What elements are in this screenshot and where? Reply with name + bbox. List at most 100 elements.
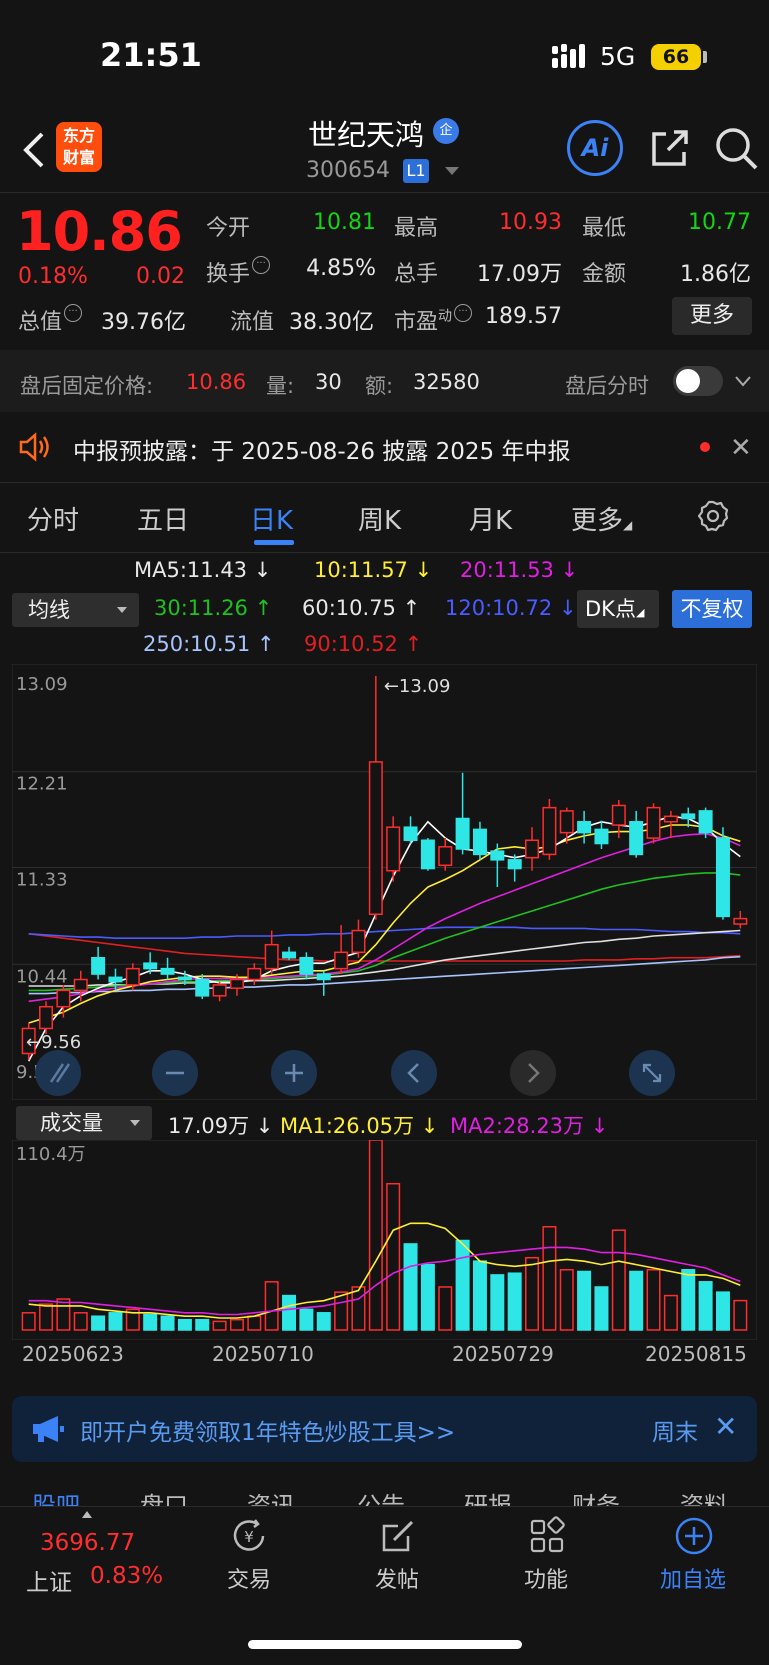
y-tick-label: 10.44 — [16, 966, 68, 987]
volume-bar — [316, 1312, 331, 1331]
post-icon[interactable] — [378, 1516, 418, 1556]
ah-toggle-label: 盘后分时 — [565, 374, 649, 398]
volume-bar — [282, 1294, 297, 1331]
volume-bar — [21, 1312, 36, 1331]
candle-body — [715, 837, 730, 918]
index-pct[interactable]: 0.83% — [90, 1563, 163, 1589]
index-value[interactable]: 3696.77 — [40, 1530, 135, 1556]
chevron-down-icon[interactable] — [735, 373, 751, 389]
candle-body — [247, 967, 262, 981]
ma-selector[interactable]: 均线 — [12, 593, 139, 627]
vol-ma2-legend: MA2:28.23万 ↓ — [450, 1114, 609, 1138]
volume-label: 总手 — [394, 262, 439, 287]
scroll-left-button[interactable] — [391, 1050, 437, 1096]
volume-bar — [420, 1263, 435, 1331]
chevron-down-icon[interactable] — [445, 167, 459, 175]
candle-body — [39, 1005, 54, 1030]
volume-bar — [212, 1320, 227, 1331]
chevron-up-icon[interactable] — [82, 1511, 92, 1518]
ai-button[interactable]: Ai — [567, 120, 623, 176]
y-tick-label: 12.21 — [16, 774, 68, 795]
volume-bar — [577, 1270, 592, 1331]
change-amount: 0.02 — [136, 264, 185, 289]
level-badge[interactable]: L1 — [403, 159, 429, 183]
nav-post[interactable]: 发帖 — [375, 1562, 419, 1594]
tab-daily-k[interactable]: 日K — [250, 500, 293, 537]
megaphone-icon — [33, 1416, 64, 1442]
candle-body — [56, 989, 71, 1008]
candle-body — [229, 978, 244, 989]
volume-bar — [73, 1312, 88, 1331]
candle-body — [438, 846, 453, 867]
nav-add-watchlist[interactable]: 加自选 — [660, 1562, 726, 1594]
current-price: 10.86 — [16, 200, 183, 263]
fullscreen-button[interactable] — [629, 1050, 675, 1096]
float-label: 流值 — [230, 310, 275, 335]
info-icon[interactable]: ··· — [252, 256, 271, 274]
ma120-legend: 120:10.72 ↓ — [445, 596, 577, 620]
candle-body — [577, 821, 592, 834]
date-label: 20250710 — [212, 1342, 314, 1366]
ah-qty: 30 — [315, 370, 342, 394]
promo-text[interactable]: 即开户免费领取1年特色炒股工具>> — [80, 1413, 455, 1447]
stock-code: 300654 — [306, 158, 390, 183]
volume-chart[interactable]: 110.4万 — [12, 1140, 757, 1340]
volume-bar — [507, 1272, 522, 1331]
candle-body — [681, 813, 696, 820]
cert-badge: 企 — [433, 118, 459, 144]
index-name[interactable]: 上证 — [26, 1563, 72, 1597]
back-icon[interactable] — [20, 130, 50, 170]
trade-icon[interactable]: ¥ — [229, 1516, 269, 1556]
pe-label: 市盈动 ··· — [394, 304, 473, 336]
ah-amt: 32580 — [413, 370, 480, 394]
volume-bar — [629, 1270, 644, 1331]
volume-bar — [334, 1291, 349, 1331]
tab-intraday[interactable]: 分时 — [27, 500, 79, 537]
high-annotation: ←13.09 — [384, 676, 451, 697]
tab-monthly-k[interactable]: 月K — [469, 500, 512, 537]
high-label: 最高 — [394, 216, 439, 241]
volume-bar — [299, 1308, 314, 1331]
tab-five-day[interactable]: 五日 — [137, 500, 189, 537]
volume-bar — [177, 1318, 192, 1331]
candle-body — [611, 804, 626, 826]
add-watchlist-icon[interactable] — [674, 1516, 714, 1556]
notice-text[interactable]: 中报预披露：于 2025-08-26 披露 2025 年中报 — [73, 432, 570, 466]
scroll-right-button[interactable] — [510, 1050, 556, 1096]
no-adjust-button[interactable]: 不复权 — [672, 590, 752, 628]
tab-active-indicator — [254, 540, 294, 545]
battery-icon: 66 — [651, 44, 701, 70]
candle-body — [663, 815, 678, 823]
tab-more[interactable]: 更多◢ — [571, 500, 632, 537]
volume-selector[interactable]: 成交量 — [16, 1106, 152, 1140]
volume-bar — [195, 1318, 210, 1331]
svg-text:¥: ¥ — [244, 1528, 254, 1546]
gear-icon[interactable] — [696, 499, 730, 533]
ma20-legend: 20:11.53 ↓ — [460, 558, 579, 582]
scroll-left-fast-button[interactable] — [35, 1050, 81, 1096]
candle-body — [143, 962, 158, 970]
dk-point-button[interactable]: DK点◢ — [577, 590, 659, 628]
function-icon[interactable] — [527, 1516, 567, 1556]
share-icon[interactable] — [648, 126, 692, 170]
ma5-legend: MA5:11.43 ↓ — [134, 558, 272, 582]
nav-trade[interactable]: 交易 — [227, 1562, 271, 1594]
amount-label: 金额 — [582, 262, 627, 287]
low-label: 最低 — [582, 216, 627, 241]
candle-body — [351, 929, 366, 954]
candle-body — [125, 967, 140, 986]
volume-bar — [264, 1281, 279, 1331]
tab-weekly-k[interactable]: 周K — [358, 500, 401, 537]
candlestick-chart[interactable]: 13.0912.2111.3310.449.56←13.09←9.56 — [12, 664, 757, 1100]
info-icon[interactable]: ··· — [64, 304, 83, 322]
more-button[interactable]: 更多 — [672, 297, 752, 335]
zoom-out-button[interactable] — [152, 1050, 198, 1096]
close-icon[interactable]: ✕ — [714, 1410, 737, 1443]
zoom-in-button[interactable] — [271, 1050, 317, 1096]
volume-bar — [247, 1315, 262, 1331]
nav-function[interactable]: 功能 — [524, 1562, 568, 1594]
close-icon[interactable]: ✕ — [730, 433, 752, 463]
float-value: 38.30亿 — [289, 310, 374, 335]
search-icon[interactable] — [712, 124, 760, 172]
network-label: 5G — [600, 42, 636, 71]
